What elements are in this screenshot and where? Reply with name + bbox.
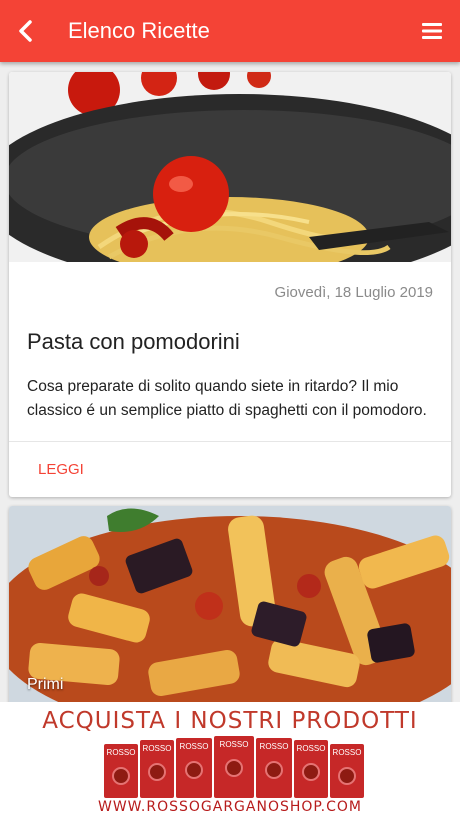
app-bar: Elenco Ricette [0,0,460,62]
recipe-date: Giovedì, 18 Luglio 2019 [274,284,433,301]
recipe-list[interactable]: Giovedì, 18 Luglio 2019 Pasta con pomodo… [0,62,460,702]
product-jar-image: ROSSO [294,740,328,798]
page-title: Elenco Ricette [68,18,210,43]
back-button[interactable] [0,0,54,62]
product-jar-image: ROSSO [330,744,364,798]
recipe-image[interactable] [9,72,451,262]
recipe-card[interactable]: Primi [9,506,451,702]
ad-headline: ACQUISTA I NOSTRI PRODOTTI [42,708,418,734]
recipe-card[interactable]: Giovedì, 18 Luglio 2019 Pasta con pomodo… [9,72,451,497]
product-jar-image: ROSSO [176,738,212,798]
read-more-button[interactable]: LEGGI [38,461,84,478]
hamburger-menu-icon [422,23,442,39]
recipe-title[interactable]: Pasta con pomodorini [9,301,451,355]
recipe-image[interactable]: Primi [9,506,451,702]
pasta-tomato-image [9,72,451,262]
product-jar-image: ROSSO [104,744,138,798]
menu-button[interactable] [404,0,460,62]
product-jar-image: ROSSO [140,740,174,798]
rigatoni-eggplant-image [9,506,451,702]
chevron-left-icon [19,20,32,42]
ad-banner[interactable]: ACQUISTA I NOSTRI PRODOTTI ROSSO ROSSO R… [0,702,460,818]
ad-product-images: ROSSO ROSSO ROSSO ROSSO ROSSO ROSSO ROSS… [104,736,370,798]
category-label: Primi [27,676,64,693]
recipe-excerpt: Cosa preparate di solito quando siete in… [27,378,427,419]
product-jar-image: ROSSO [214,736,254,798]
ad-url[interactable]: WWW.ROSSOGARGANOSHOP.COM [0,799,460,815]
card-divider [9,441,451,442]
product-jar-image: ROSSO [256,738,292,798]
